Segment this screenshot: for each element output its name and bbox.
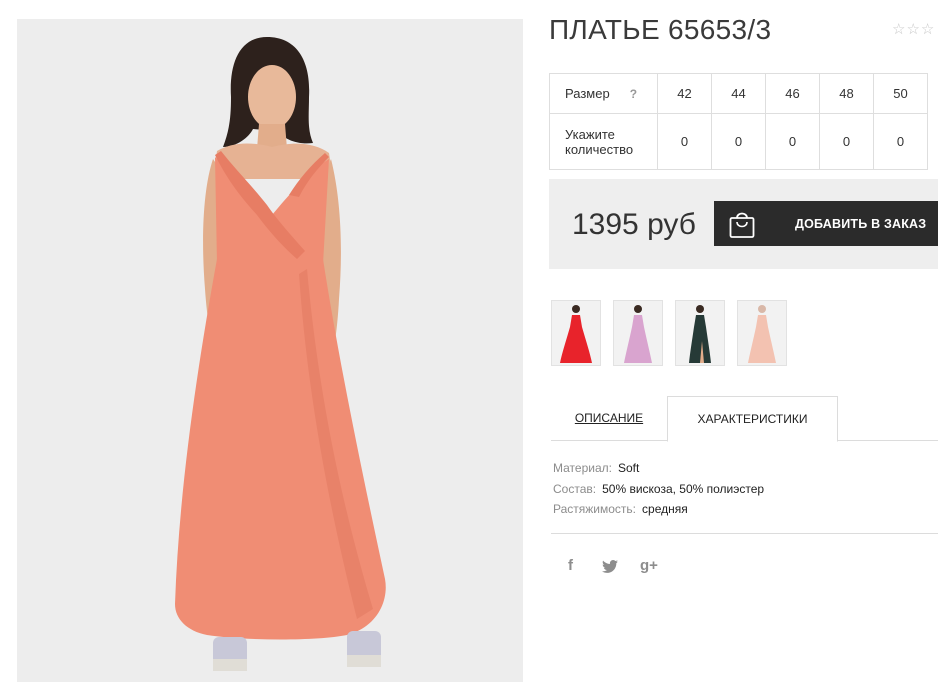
- characteristic-composition: Состав: 50% вискоза, 50% полиэстер: [553, 479, 764, 500]
- size-help-icon[interactable]: ?: [630, 87, 637, 101]
- quantity-input-46[interactable]: 0: [765, 113, 820, 170]
- characteristic-key: Растяжимость:: [553, 502, 637, 516]
- quantity-label-line2: количество: [565, 141, 634, 157]
- product-title: ПЛАТЬЕ 65653/3: [549, 14, 772, 45]
- quantity-input-42[interactable]: 0: [657, 113, 712, 170]
- characteristic-value: средняя: [642, 502, 688, 516]
- characteristic-value: 50% вискоза, 50% полиэстер: [602, 481, 765, 496]
- size-label: Размер: [565, 86, 610, 101]
- rating-stars-icon[interactable]: ☆☆☆: [892, 20, 935, 38]
- characteristic-key: Материал:: [553, 461, 612, 475]
- quantity-input-44[interactable]: 0: [711, 113, 766, 170]
- add-to-order-button[interactable]: ДОБАВИТЬ В ЗАКАЗ: [714, 201, 938, 246]
- tab-characteristics[interactable]: ХАРАКТЕРИСТИКИ: [667, 396, 838, 442]
- size-table: Размер? 42 44 46 48 50 Укажите количеств…: [549, 73, 928, 170]
- size-46: 46: [765, 73, 820, 114]
- quantity-row: Укажите количество 0 0 0 0 0: [549, 113, 928, 170]
- size-42: 42: [657, 73, 712, 114]
- thumbnail-dark-green-image: [689, 305, 711, 363]
- quantity-label-line1: Укажите: [565, 126, 615, 142]
- quantity-input-48[interactable]: 0: [819, 113, 874, 170]
- characteristic-stretch: Растяжимость: средняя: [553, 499, 764, 520]
- price: 1395 руб: [572, 208, 696, 241]
- google-plus-icon[interactable]: g+: [640, 557, 658, 574]
- size-48: 48: [819, 73, 874, 114]
- size-50: 50: [873, 73, 928, 114]
- dress-photo-illustration: [175, 37, 386, 671]
- main-product-image[interactable]: [17, 19, 523, 682]
- quantity-label-cell: Укажите количество: [549, 113, 658, 170]
- quantity-input-50[interactable]: 0: [873, 113, 928, 170]
- twitter-bird-icon: [602, 560, 618, 573]
- thumbnail-pink-dress[interactable]: [613, 300, 663, 366]
- shopping-bag-icon: [729, 212, 755, 238]
- divider: [551, 533, 938, 534]
- characteristic-key: Состав:: [553, 481, 597, 496]
- tab-description[interactable]: ОПИСАНИЕ: [551, 396, 667, 440]
- size-row: Размер? 42 44 46 48 50: [549, 73, 928, 114]
- thumbnail-dark-green-dress[interactable]: [675, 300, 725, 366]
- thumbnail-peach-dress[interactable]: [737, 300, 787, 366]
- thumbnail-pink-image: [624, 305, 652, 363]
- size-44: 44: [711, 73, 766, 114]
- characteristic-value: Soft: [617, 461, 640, 475]
- size-label-cell: Размер?: [549, 73, 658, 114]
- characteristic-material: Материал: Soft: [553, 458, 764, 479]
- thumbnail-red-image: [560, 305, 592, 363]
- twitter-icon[interactable]: [602, 560, 618, 577]
- price-panel: 1395 руб ДОБАВИТЬ В ЗАКАЗ: [549, 179, 938, 269]
- add-to-order-label: ДОБАВИТЬ В ЗАКАЗ: [795, 217, 927, 231]
- thumbnail-red-dress[interactable]: [551, 300, 601, 366]
- facebook-icon[interactable]: f: [568, 557, 573, 574]
- thumbnail-peach-image: [748, 305, 776, 363]
- characteristics-list: Материал: Soft Состав: 50% вискоза, 50% по…: [553, 458, 764, 520]
- product-tabs: ОПИСАНИЕ ХАРАКТЕРИСТИКИ: [551, 396, 938, 442]
